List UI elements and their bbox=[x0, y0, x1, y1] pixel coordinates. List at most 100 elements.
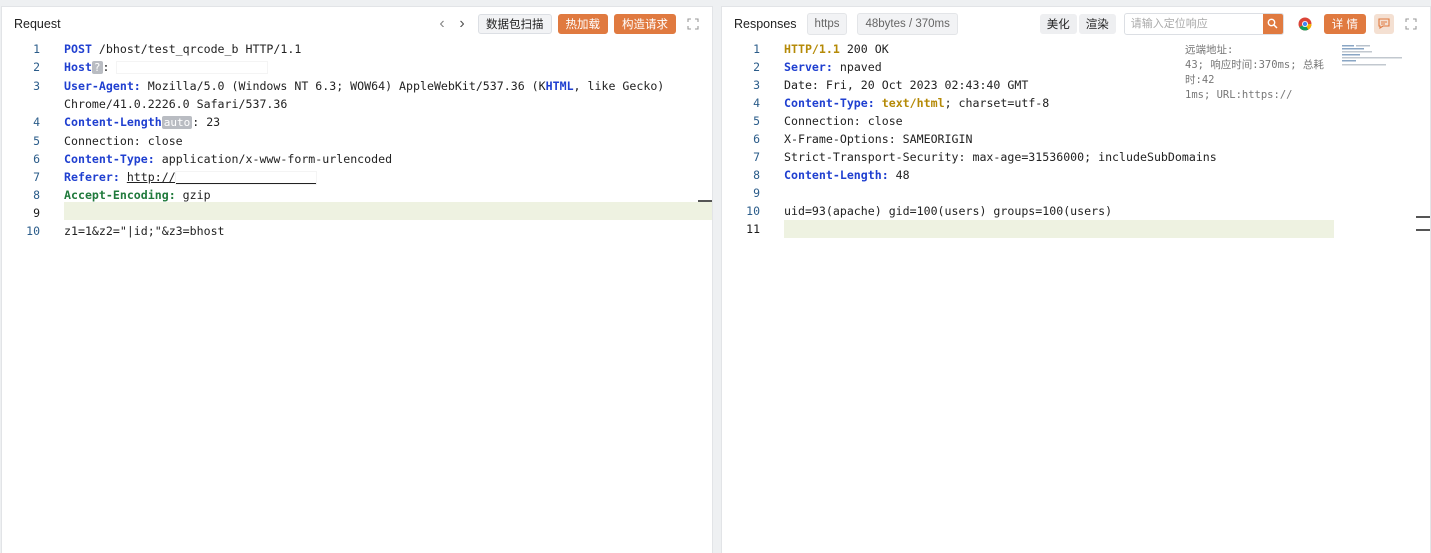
header-value: npaved bbox=[832, 60, 882, 74]
response-body: uid=93(apache) gid=100(users) groups=100… bbox=[784, 204, 1113, 218]
header-key: Referer: bbox=[64, 170, 120, 184]
size-time-pill: 48bytes / 370ms bbox=[857, 12, 958, 35]
line-number: 4 bbox=[753, 96, 760, 110]
line-number: 3 bbox=[33, 79, 40, 93]
header-key: User-Agent: bbox=[64, 79, 141, 93]
header-value: 48 bbox=[888, 168, 910, 182]
request-header: Request ‹ › 数据包扫描 热加载 构造请求 bbox=[2, 7, 712, 40]
build-request-button[interactable]: 构造请求 bbox=[614, 13, 676, 34]
header-key: Accept-Encoding: bbox=[64, 188, 176, 202]
line-number: 2 bbox=[33, 60, 40, 74]
header-key: Server: bbox=[784, 60, 833, 74]
back-arrow-icon[interactable]: ‹ bbox=[432, 15, 452, 33]
request-panel: Request ‹ › 数据包扫描 热加载 构造请求 1 POST /bhost… bbox=[1, 6, 713, 553]
search-icon[interactable] bbox=[1262, 13, 1283, 34]
header-key: Content-Type: bbox=[784, 96, 875, 110]
fullscreen-icon[interactable] bbox=[1402, 15, 1420, 33]
code-line: 8 Accept-Encoding: gzip bbox=[2, 186, 712, 204]
status-code: 200 OK bbox=[839, 42, 889, 56]
header-value: , like Gecko) bbox=[573, 79, 665, 93]
line-number: 7 bbox=[33, 170, 40, 184]
code-line: 6 X-Frame-Options: SAMEORIGIN bbox=[722, 130, 1430, 148]
timing-info: 43; 响应时间:370ms; 总耗时:42 bbox=[1185, 59, 1324, 86]
response-header: Responses https 48bytes / 370ms 美化 渲染 详 … bbox=[722, 7, 1430, 40]
line-number: 8 bbox=[753, 168, 760, 182]
forward-arrow-icon[interactable]: › bbox=[452, 15, 472, 33]
line-number: 4 bbox=[33, 115, 40, 129]
code-line-active: 11 bbox=[722, 220, 1430, 238]
code-line: 7 Strict-Transport-Security: max-age=315… bbox=[722, 148, 1430, 166]
line-number: 1 bbox=[33, 42, 40, 56]
line-number: 5 bbox=[33, 134, 40, 148]
header-value: Chrome/41.0.2226.0 Safari/537.36 bbox=[64, 97, 288, 111]
code-line: 7 Referer: http:// bbox=[2, 168, 712, 186]
remote-info-overlay: 远端地址: 43; 响应时间:370ms; 总耗时:42 1ms; URL:ht… bbox=[1185, 43, 1345, 103]
fullscreen-icon[interactable] bbox=[684, 15, 702, 33]
code-line: Chrome/41.0.2226.0 Safari/537.36 bbox=[2, 95, 712, 113]
header-line: Date: Fri, 20 Oct 2023 02:43:40 GMT bbox=[784, 78, 1029, 92]
host-badge[interactable]: ? bbox=[91, 61, 103, 74]
response-title: Responses bbox=[734, 16, 797, 31]
hot-load-button[interactable]: 热加载 bbox=[557, 13, 608, 34]
auto-badge[interactable]: auto bbox=[161, 116, 193, 129]
header-line: Strict-Transport-Security: max-age=31536… bbox=[784, 150, 1217, 164]
render-button[interactable]: 渲染 bbox=[1078, 13, 1116, 34]
line-number: 9 bbox=[33, 206, 40, 220]
header-value: application/x-www-form-urlencoded bbox=[154, 152, 393, 166]
content-type-value: text/html bbox=[874, 96, 945, 110]
response-editor[interactable]: 1 HTTP/1.1 200 OK 2 Server: npaved 3 Dat… bbox=[722, 40, 1430, 553]
code-line: 6 Content-Type: application/x-www-form-u… bbox=[2, 150, 712, 168]
response-search bbox=[1123, 12, 1284, 35]
protocol-pill: https bbox=[806, 12, 848, 35]
html-token: HTML bbox=[545, 79, 574, 93]
header-line: Connection: close bbox=[784, 114, 903, 128]
line-number: 8 bbox=[33, 188, 40, 202]
code-minimap bbox=[1342, 45, 1402, 66]
header-key: Host bbox=[64, 60, 92, 74]
code-line: 2 Host?: bbox=[2, 58, 712, 77]
header-key: Content-Type: bbox=[64, 152, 155, 166]
code-line: 1 POST /bhost/test_qrcode_b HTTP/1.1 bbox=[2, 40, 712, 58]
packet-scan-button[interactable]: 数据包扫描 bbox=[478, 13, 552, 34]
code-line: 10 z1=1&z2="|id;"&z3=bhost bbox=[2, 222, 712, 240]
remote-address-label: 远端地址: bbox=[1185, 44, 1234, 56]
beautify-button[interactable]: 美化 bbox=[1039, 13, 1077, 34]
http-method: POST bbox=[64, 42, 92, 56]
header-value: ; charset=utf-8 bbox=[944, 96, 1050, 110]
header-key: Content-Length bbox=[64, 115, 162, 129]
line-number: 7 bbox=[753, 150, 760, 164]
request-title: Request bbox=[14, 16, 61, 31]
code-line: 5 Connection: close bbox=[2, 132, 712, 150]
code-line-active: 9 bbox=[2, 204, 712, 222]
line-number: 11 bbox=[746, 222, 760, 236]
request-body: z1=1&z2="|id;"&z3=bhost bbox=[64, 224, 225, 238]
detail-button[interactable]: 详 情 bbox=[1323, 13, 1366, 34]
header-value: : 23 bbox=[192, 115, 221, 129]
comment-icon[interactable] bbox=[1374, 13, 1394, 34]
code-line: 8 Content-Length: 48 bbox=[722, 166, 1430, 184]
referer-link[interactable]: http:// bbox=[127, 170, 176, 184]
request-path: /bhost/test_qrcode_b HTTP/1.1 bbox=[91, 42, 302, 56]
code-line: 4 Content-Length auto: 23 bbox=[2, 113, 712, 132]
line-number: 5 bbox=[753, 114, 760, 128]
code-line: 9 bbox=[722, 184, 1430, 202]
line-number: 6 bbox=[33, 152, 40, 166]
line-number: 1 bbox=[753, 42, 760, 56]
line-number: 6 bbox=[753, 132, 760, 146]
header-line: Connection: close bbox=[64, 134, 183, 148]
line-number: 2 bbox=[753, 60, 760, 74]
code-line: 5 Connection: close bbox=[722, 112, 1430, 130]
header-key: Content-Length: bbox=[784, 168, 889, 182]
code-line: 3 User-Agent: Mozilla/5.0 (Windows NT 6.… bbox=[2, 77, 712, 95]
url-info: 1ms; URL:https:// bbox=[1185, 89, 1293, 101]
response-search-input[interactable] bbox=[1124, 14, 1263, 33]
header-line: X-Frame-Options: SAMEORIGIN bbox=[784, 132, 973, 146]
request-editor[interactable]: 1 POST /bhost/test_qrcode_b HTTP/1.1 2 H… bbox=[2, 40, 712, 553]
chrome-icon[interactable] bbox=[1296, 15, 1314, 33]
response-panel: Responses https 48bytes / 370ms 美化 渲染 详 … bbox=[721, 6, 1431, 553]
line-number: 9 bbox=[753, 186, 760, 200]
header-sep: : bbox=[102, 60, 117, 74]
status-protocol: HTTP/1.1 bbox=[784, 42, 840, 56]
header-value: Mozilla/5.0 (Windows NT 6.3; WOW64) Appl… bbox=[140, 79, 546, 93]
redacted-host bbox=[116, 62, 267, 73]
